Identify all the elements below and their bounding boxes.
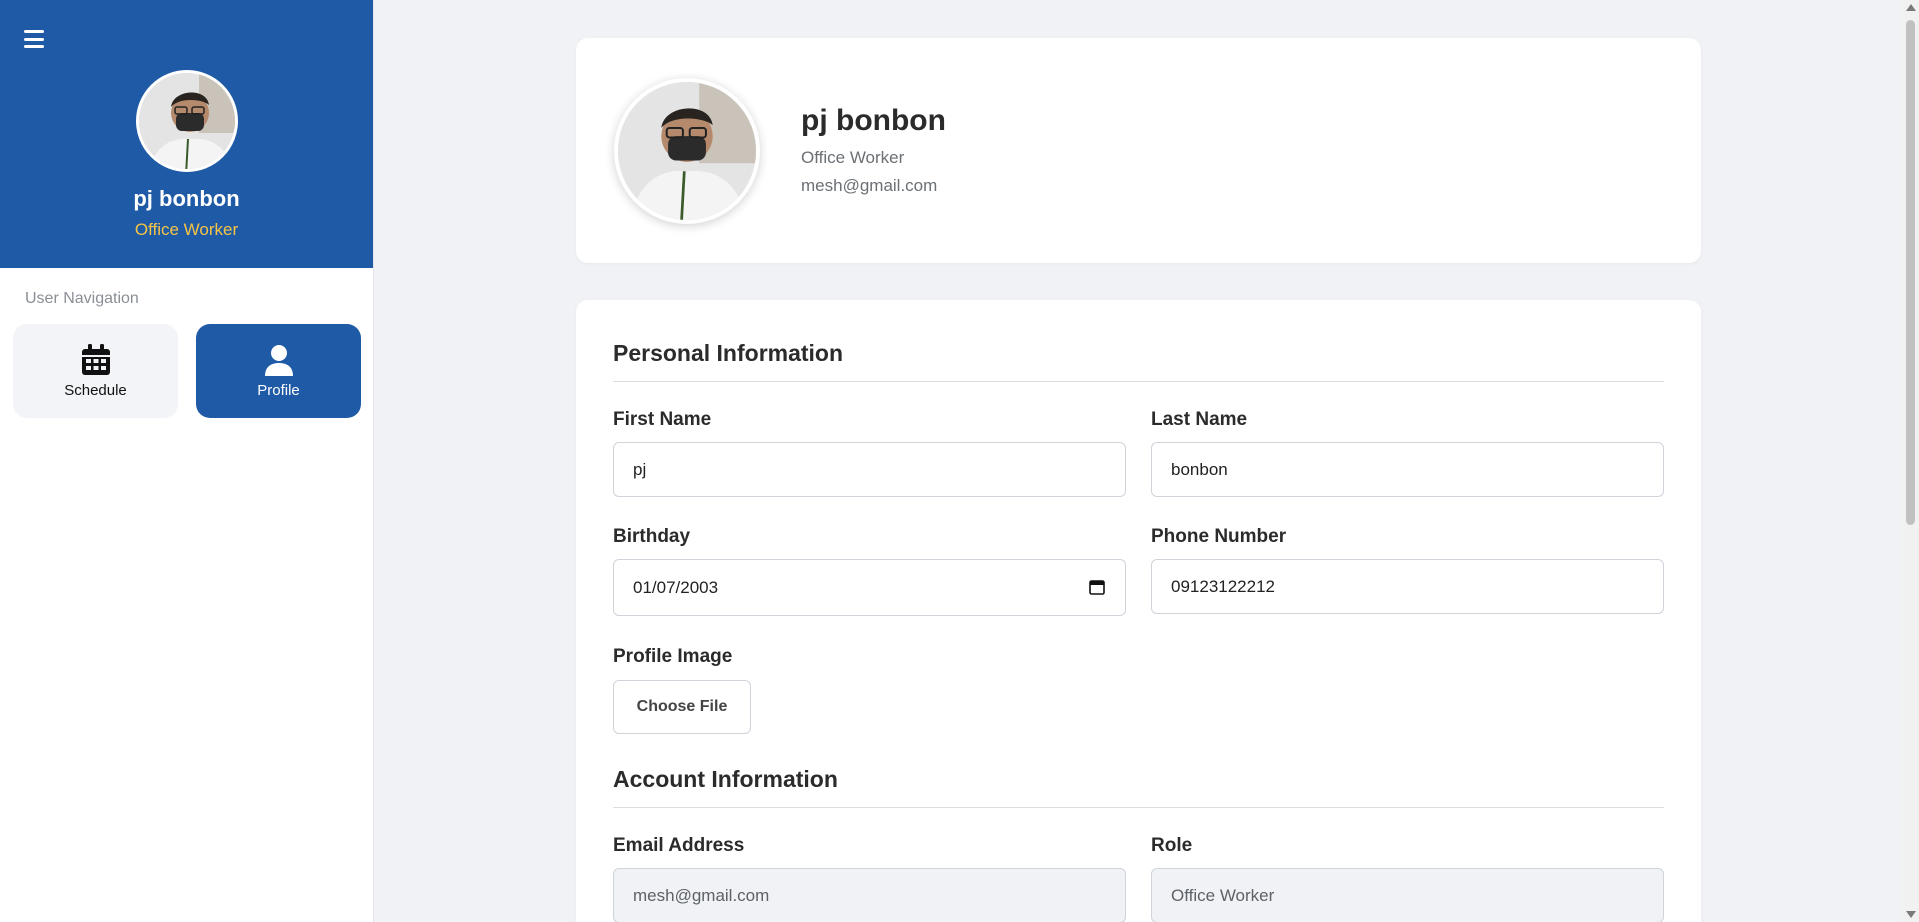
account-info-heading: Account Information: [613, 766, 1664, 808]
first-name-input[interactable]: pj: [613, 442, 1126, 497]
profile-role: Office Worker: [801, 148, 905, 167]
scroll-down-icon[interactable]: [1906, 911, 1916, 918]
app-root: pj bonbon Office Worker User Navigation: [0, 0, 1919, 922]
avatar: [135, 70, 238, 172]
sidebar-item-label: Profile: [257, 381, 300, 399]
sidebar-header: pj bonbon Office Worker: [0, 0, 373, 268]
sidebar-item-profile[interactable]: Profile: [196, 324, 361, 418]
calendar-picker-icon[interactable]: [1089, 579, 1105, 595]
sidebar: pj bonbon Office Worker User Navigation: [0, 0, 374, 922]
profile-avatar: [614, 78, 760, 224]
last-name-value: bonbon: [1171, 459, 1228, 479]
user-icon: [264, 344, 293, 376]
role-label: Role: [1151, 835, 1193, 856]
role-field: Office Worker: [1151, 868, 1664, 922]
phone-input[interactable]: 09123122212: [1151, 559, 1664, 614]
sidebar-item-label: Schedule: [64, 381, 127, 399]
sidebar-item-schedule[interactable]: Schedule: [13, 324, 178, 418]
menu-toggle-icon[interactable]: [24, 30, 44, 48]
profile-info: pj bonbon Office Worker mesh@gmail.com: [801, 104, 946, 196]
first-name-label: First Name: [613, 409, 712, 430]
profile-image-label: Profile Image: [613, 646, 733, 667]
role-value: Office Worker: [1171, 885, 1275, 905]
profile-card: pj bonbon Office Worker mesh@gmail.com: [576, 38, 1701, 263]
phone-label: Phone Number: [1151, 526, 1287, 547]
email-field: mesh@gmail.com: [613, 868, 1126, 922]
phone-value: 09123122212: [1171, 576, 1276, 596]
email-label: Email Address: [613, 835, 745, 856]
avatar-photo: [138, 73, 235, 169]
birthday-label: Birthday: [613, 526, 691, 547]
page-scrollbar[interactable]: [1902, 0, 1919, 922]
scroll-thumb[interactable]: [1906, 20, 1915, 525]
sidebar-user-role: Office Worker: [134, 220, 239, 239]
personal-info-heading: Personal Information: [613, 340, 1664, 382]
calendar-icon: [81, 343, 110, 375]
profile-name: pj bonbon: [801, 104, 946, 137]
profile-form-card: Personal Information First Name pj Last …: [576, 300, 1701, 922]
birthday-value: 01/07/2003: [633, 577, 719, 597]
last-name-input[interactable]: bonbon: [1151, 442, 1664, 497]
nav-section-label: User Navigation: [25, 290, 139, 307]
scroll-up-icon[interactable]: [1906, 4, 1916, 11]
birthday-input[interactable]: 01/07/2003: [613, 559, 1126, 616]
profile-email: mesh@gmail.com: [801, 176, 938, 195]
email-value: mesh@gmail.com: [633, 885, 770, 905]
choose-file-button[interactable]: Choose File: [613, 680, 751, 734]
last-name-label: Last Name: [1151, 409, 1248, 430]
first-name-value: pj: [633, 459, 647, 479]
sidebar-user-name: pj bonbon: [133, 186, 240, 211]
nav-grid: Schedule Profile: [0, 308, 373, 418]
avatar-photo: [618, 82, 756, 220]
main-content: pj bonbon Office Worker mesh@gmail.com P…: [375, 0, 1902, 922]
